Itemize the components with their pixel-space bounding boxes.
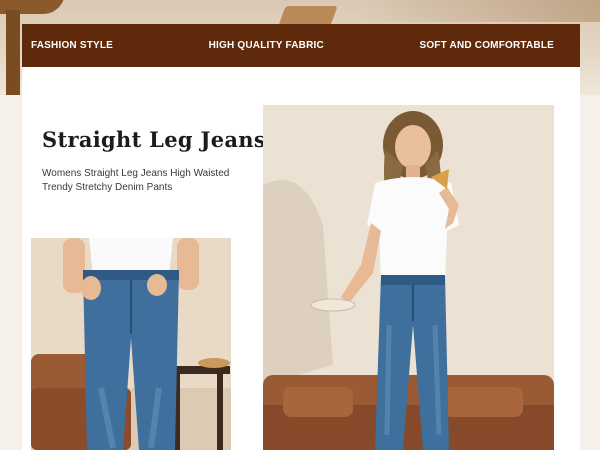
background-right-strip [580,95,600,450]
product-title: Straight Leg Jeans [42,127,266,152]
feature-fashion-style: FASHION STYLE [31,40,114,51]
jeans-closeup-photo [31,238,231,450]
feature-banner: FASHION STYLE HIGH QUALITY FABRIC SOFT A… [22,24,580,67]
background-table-leg [6,10,20,95]
background-shadow [360,0,600,22]
product-card: Straight Leg Jeans Womens Straight Leg J… [22,67,580,450]
model-full-body-photo [263,105,554,450]
product-subtitle: Womens Straight Leg Jeans High Waisted T… [42,168,230,193]
background-chair [278,6,338,26]
feature-high-quality-fabric: HIGH QUALITY FABRIC [208,40,324,51]
background-left-strip [0,95,22,450]
feature-soft-and-comfortable: SOFT AND COMFORTABLE [419,40,554,51]
